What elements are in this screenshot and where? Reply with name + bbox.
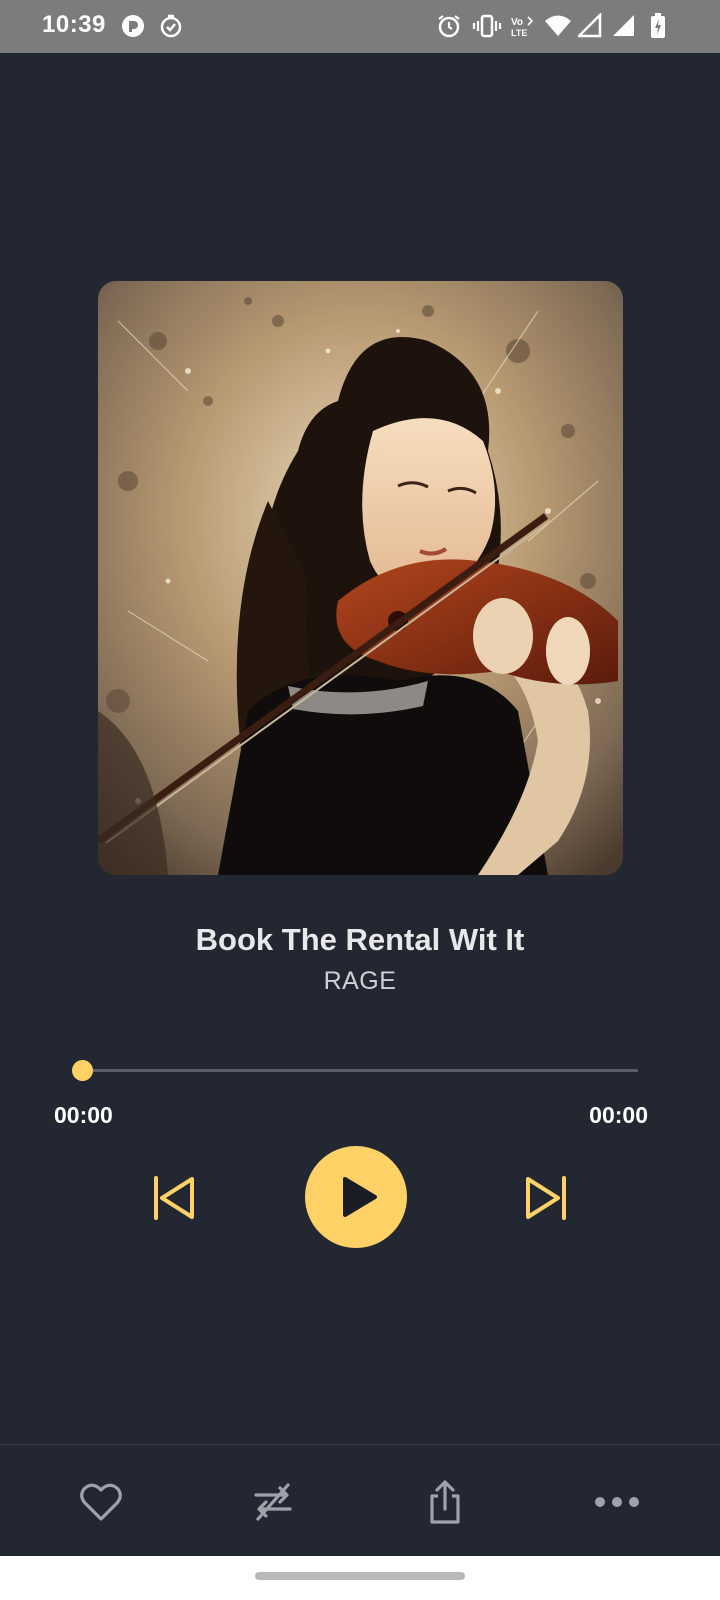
repeat-off-icon [254,1483,292,1521]
volte-icon: Vo LTE [510,15,538,44]
status-time: 10:39 [42,11,106,38]
cell-signal-icon [575,11,602,44]
skip-previous-icon [154,1176,194,1220]
album-art-image [98,281,623,875]
favorite-button[interactable] [40,1445,160,1557]
share-icon [430,1480,460,1524]
heart-icon [80,1483,122,1521]
bottom-action-bar [0,1444,720,1557]
status-bar: 10:39 Vo LTE [0,0,720,53]
play-icon [343,1177,377,1217]
track-title: Book The Rental Wit It [195,922,525,957]
svg-text:LTE: LTE [511,28,527,38]
seek-thumb[interactable] [72,1060,93,1081]
wifi-icon [544,13,572,44]
share-button[interactable] [384,1445,504,1557]
pocket-casts-icon [120,13,146,44]
battery-icon [650,13,666,44]
cell-signal-icon [612,13,636,44]
duration-time: 00:00 [589,1102,648,1128]
play-button[interactable] [305,1146,407,1248]
home-gesture-pill[interactable] [255,1572,465,1580]
more-options-button[interactable] [556,1445,676,1557]
skip-next-button[interactable] [522,1174,570,1227]
skip-previous-button[interactable] [150,1174,198,1227]
track-artist: RAGE [323,967,397,995]
skip-next-icon [526,1176,566,1220]
more-icon [595,1497,639,1507]
repeat-button[interactable] [212,1445,332,1557]
elapsed-time: 00:00 [54,1102,113,1128]
svg-text:Vo: Vo [511,17,523,28]
check-timer-icon [158,13,184,44]
vibrate-icon [472,13,502,44]
seek-bar[interactable] [82,1069,638,1072]
alarm-icon [436,13,462,44]
music-player-screen: 10:39 Vo LTE Book The Rental Wit It RAGE… [0,0,720,1600]
